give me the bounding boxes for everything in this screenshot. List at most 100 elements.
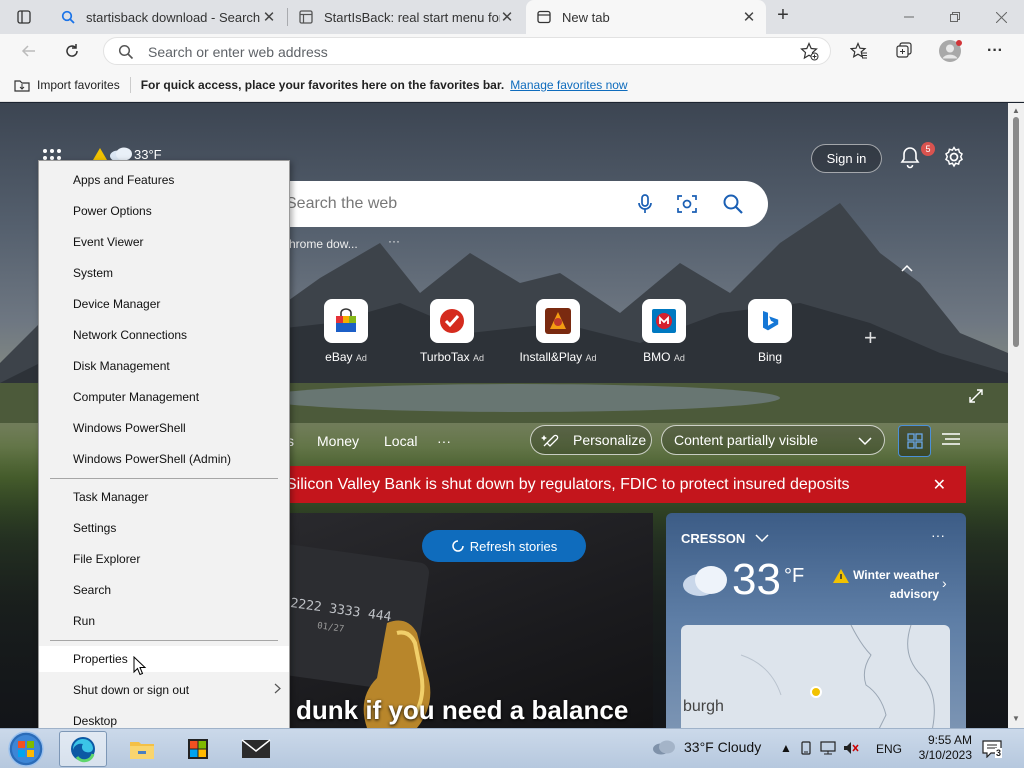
menu-item-device-manager[interactable]: Device Manager (39, 291, 289, 317)
expand-icon[interactable] (969, 389, 983, 406)
network-icon[interactable] (820, 741, 836, 755)
content-visibility-dropdown[interactable]: Content partially visible (661, 425, 885, 455)
tab-actions-icon[interactable] (12, 5, 36, 29)
quick-link-bing[interactable]: Bing (725, 299, 815, 364)
feed-nav-local[interactable]: Local (384, 433, 417, 449)
close-icon[interactable]: ✕ (933, 475, 946, 495)
scroll-up-arrow-icon[interactable]: ▲ (1008, 105, 1024, 117)
manage-favorites-link[interactable]: Manage favorites now (510, 78, 627, 92)
list-layout-icon[interactable] (942, 432, 962, 450)
chevron-up-icon[interactable] (901, 261, 913, 275)
newtab-icon (536, 9, 552, 25)
quick-link-bmo[interactable]: BMO Ad (619, 299, 709, 364)
address-input[interactable] (148, 42, 788, 61)
trending-more-icon[interactable]: ··· (388, 234, 400, 248)
menu-item-windows-powershell[interactable]: Windows PowerShell (39, 415, 289, 441)
taskbar-edge-button[interactable] (59, 731, 107, 767)
tab-strip: startisback download - Search ✕ StartIsB… (0, 0, 1024, 34)
quick-link-turbotax[interactable]: TurboTax Ad (407, 299, 497, 364)
trending-search-item[interactable]: chrome dow... (283, 237, 358, 251)
quick-link-label: Bing (757, 350, 783, 364)
menu-item-shut-down-or-sign-out[interactable]: Shut down or sign out (39, 677, 289, 703)
weather-card[interactable]: CRESSON ··· 33 °F Winter weather advisor… (666, 513, 966, 728)
sign-in-button[interactable]: Sign in (811, 144, 882, 173)
quick-link-installplay[interactable]: Install&Play Ad (513, 299, 603, 364)
menu-item-properties[interactable]: Properties (39, 646, 289, 672)
menu-item-power-options[interactable]: Power Options (39, 198, 289, 224)
address-bar[interactable] (103, 37, 831, 65)
refresh-icon[interactable] (60, 39, 84, 63)
menu-item-windows-powershell-admin[interactable]: Windows PowerShell (Admin) (39, 446, 289, 472)
menu-item-network-connections[interactable]: Network Connections (39, 322, 289, 348)
tray-weather[interactable]: 33°F Cloudy (651, 739, 761, 755)
breaking-news-banner[interactable]: Silicon Valley Bank is shut down by regu… (262, 466, 966, 503)
volume-muted-icon[interactable] (843, 741, 859, 755)
personalize-icon (541, 434, 559, 447)
web-search-box[interactable] (262, 181, 768, 227)
profile-avatar[interactable] (938, 39, 962, 63)
start-orb-icon[interactable] (6, 730, 46, 768)
menu-item-task-manager[interactable]: Task Manager (39, 484, 289, 510)
tab-new-tab[interactable]: New tab ✕ (526, 0, 766, 34)
content-visibility-label: Content partially visible (674, 432, 818, 448)
language-indicator[interactable]: ENG (876, 742, 902, 756)
add-quick-link-icon[interactable]: + (864, 325, 877, 351)
collections-icon[interactable] (892, 39, 916, 63)
refresh-stories-button[interactable]: Refresh stories (422, 530, 586, 562)
gear-icon[interactable] (943, 146, 967, 170)
close-icon[interactable]: ✕ (262, 8, 276, 26)
menu-item-disk-management[interactable]: Disk Management (39, 353, 289, 379)
visual-search-icon[interactable] (676, 193, 698, 215)
taskbar-file-explorer-button[interactable] (118, 731, 166, 767)
story-headline[interactable]: dunk if you need a balance (296, 695, 628, 726)
bmo-icon (652, 309, 676, 333)
menu-item-file-explorer[interactable]: File Explorer (39, 546, 289, 572)
scroll-down-arrow-icon[interactable]: ▼ (1008, 713, 1024, 725)
new-tab-button[interactable]: + (772, 5, 794, 27)
back-arrow-icon[interactable] (17, 39, 41, 63)
add-favorite-icon[interactable] (800, 42, 820, 62)
feed-nav-more[interactable]: ··· (437, 433, 451, 449)
menu-item-run[interactable]: Run (39, 608, 289, 634)
chevron-up-icon[interactable]: ▲ (780, 741, 792, 755)
menu-item-event-viewer[interactable]: Event Viewer (39, 229, 289, 255)
tab-search[interactable]: startisback download - Search ✕ (50, 0, 286, 34)
web-search-input[interactable] (286, 194, 616, 214)
taskbar-mail-button[interactable] (232, 731, 280, 767)
page-scrollbar[interactable]: ▲ ▼ (1008, 103, 1024, 728)
taskbar-store-button[interactable] (174, 731, 222, 767)
import-favorites-button[interactable]: Import favorites (14, 78, 120, 92)
warning-icon (93, 148, 107, 160)
menu-separator (50, 478, 278, 479)
device-icon[interactable] (799, 741, 813, 755)
weather-more-icon[interactable]: ··· (931, 527, 945, 543)
chevron-right-icon[interactable]: › (942, 575, 947, 591)
close-icon[interactable]: ✕ (742, 8, 756, 26)
microphone-icon[interactable] (634, 193, 656, 215)
notification-count: 3 (995, 748, 1003, 758)
weather-unit: °F (784, 565, 805, 587)
feed-nav-money[interactable]: Money (317, 433, 359, 449)
weather-map[interactable]: burgh (681, 625, 950, 728)
grid-layout-button[interactable] (898, 425, 931, 457)
favorites-icon[interactable] (847, 39, 871, 63)
menu-item-search[interactable]: Search (39, 577, 289, 603)
menu-item-apps-and-features[interactable]: Apps and Features (39, 167, 289, 193)
menu-item-computer-management[interactable]: Computer Management (39, 384, 289, 410)
more-menu-icon[interactable]: ··· (983, 39, 1007, 63)
action-center-icon[interactable]: 3 (982, 740, 1003, 759)
minimize-button[interactable] (886, 0, 932, 34)
weather-alert[interactable]: Winter weather advisory (834, 566, 939, 604)
menu-item-settings[interactable]: Settings (39, 515, 289, 541)
close-window-button[interactable] (978, 0, 1024, 34)
clock[interactable]: 9:55 AM 3/10/2023 (908, 733, 972, 763)
tab-startisback[interactable]: StartIsBack: real start menu for W ✕ (288, 0, 524, 34)
quick-link-ebay[interactable]: eBay Ad (301, 299, 391, 364)
weather-location[interactable]: CRESSON (681, 531, 769, 546)
restore-button[interactable] (932, 0, 978, 34)
personalize-button[interactable]: Personalize (530, 425, 652, 455)
search-icon[interactable] (722, 193, 744, 215)
menu-item-system[interactable]: System (39, 260, 289, 286)
close-icon[interactable]: ✕ (500, 8, 514, 26)
scrollbar-thumb[interactable] (1013, 117, 1019, 347)
